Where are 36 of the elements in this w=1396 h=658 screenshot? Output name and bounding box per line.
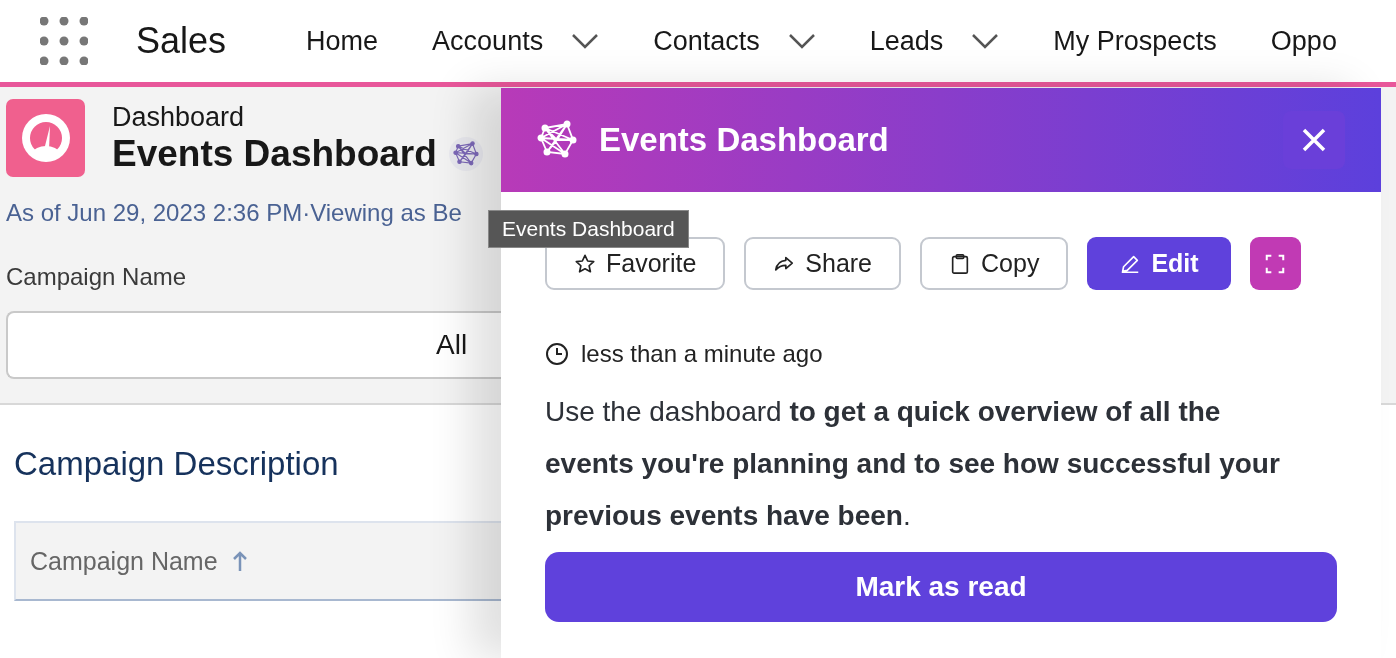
action-button[interactable]: Share xyxy=(744,237,902,290)
dashboard-title: Events Dashboard xyxy=(112,132,437,175)
action-button[interactable]: Copy xyxy=(920,237,1069,290)
filter-label: Campaign Name xyxy=(6,263,187,291)
mark-as-read-button[interactable]: Mark as read xyxy=(545,552,1337,622)
dashboard-icon xyxy=(6,99,85,177)
chevron-down-icon[interactable] xyxy=(571,33,600,49)
tooltip: Events Dashboard xyxy=(488,210,689,248)
app-launcher-icon[interactable] xyxy=(40,17,88,65)
nav-tab[interactable]: Home xyxy=(306,25,379,57)
expand-icon xyxy=(1264,252,1287,275)
nav-tab[interactable]: Oppo xyxy=(1270,25,1337,57)
timestamp: less than a minute ago xyxy=(581,340,823,368)
close-button[interactable] xyxy=(1283,111,1345,169)
sort-up-icon[interactable] xyxy=(231,550,248,572)
nav-tab[interactable]: Contacts xyxy=(653,25,816,57)
network-icon xyxy=(537,120,577,160)
clock-icon xyxy=(545,342,569,366)
filter-dropdown[interactable]: All xyxy=(6,311,501,379)
nav-tab[interactable]: My Prospects xyxy=(1053,25,1217,57)
network-icon xyxy=(452,140,479,167)
panel-title: Events Dashboard xyxy=(599,121,890,159)
column-header[interactable]: Campaign Name xyxy=(30,546,218,576)
nav-tab[interactable]: Accounts xyxy=(432,25,600,57)
section-title: Campaign Description xyxy=(14,445,339,483)
dashboard-subtitle: As of Jun 29, 2023 2:36 PM·Viewing as Be xyxy=(6,199,463,227)
chevron-down-icon[interactable] xyxy=(971,33,1000,49)
star-icon xyxy=(574,252,596,275)
expand-button[interactable] xyxy=(1249,237,1301,290)
description-text: Use the dashboard to get a quick overview of all the events you're planning and to see how successful your previous events have been. xyxy=(545,395,1281,533)
edit-button[interactable]: Edit xyxy=(1087,237,1231,290)
object-type-label: Dashboard xyxy=(112,101,246,133)
nav-tab[interactable]: Leads xyxy=(869,25,1000,57)
app-name: Sales xyxy=(136,20,227,62)
close-icon xyxy=(1301,127,1327,153)
chevron-down-icon[interactable] xyxy=(787,33,816,49)
